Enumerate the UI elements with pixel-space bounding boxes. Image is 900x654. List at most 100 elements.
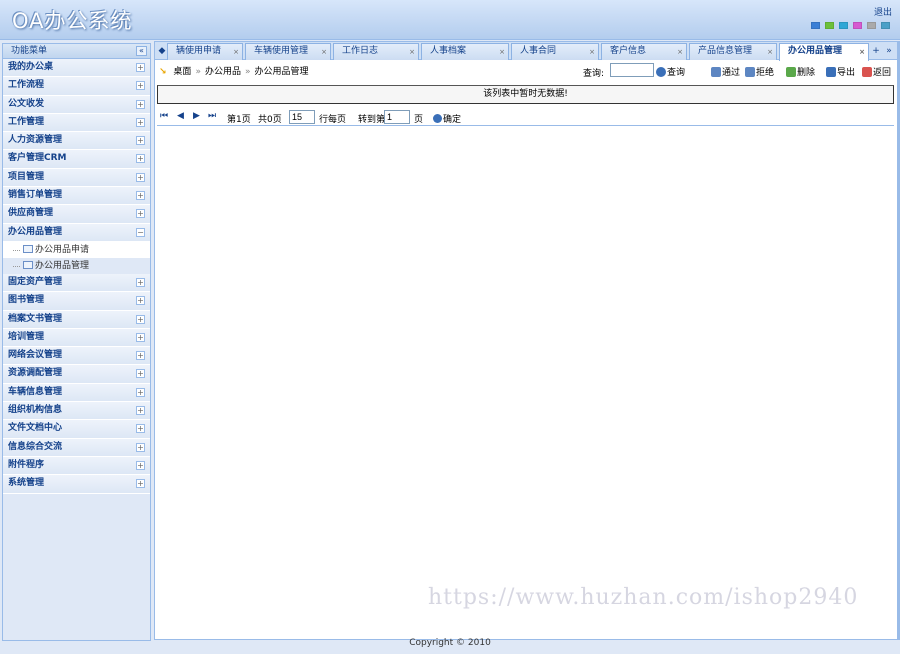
sidebar-item[interactable]: 培训管理 + (3, 328, 150, 348)
search-input[interactable] (610, 63, 654, 77)
sidebar-item-label: 系统管理 (8, 478, 45, 489)
close-tab-icon[interactable]: × (321, 45, 327, 60)
sidebar-item[interactable]: 固定资产管理 + (3, 273, 150, 293)
tab[interactable]: 办公用品管理 × (779, 43, 869, 61)
expand-icon[interactable]: + (136, 81, 145, 91)
close-tab-icon[interactable]: × (499, 45, 505, 60)
confirm-button[interactable]: 确定 (433, 112, 461, 125)
export-button[interactable]: 导出 (826, 65, 855, 78)
tab[interactable]: 工作日志 × (333, 43, 419, 60)
sidebar-item-label: 档案文书管理 (8, 313, 63, 324)
sidebar-item[interactable]: 公文收发 + (3, 95, 150, 114)
expand-icon[interactable]: + (136, 172, 145, 182)
tab-scroll-left-icon[interactable]: ◆ (157, 44, 167, 58)
expand-icon[interactable]: + (136, 332, 145, 342)
tab[interactable]: 辆使用申请 × (167, 43, 243, 60)
expand-icon[interactable]: + (136, 424, 145, 434)
expand-icon[interactable]: + (136, 99, 145, 109)
expand-icon[interactable]: + (136, 296, 145, 306)
next-page-icon[interactable]: ▶ (193, 111, 200, 121)
tab[interactable]: 人事档案 × (421, 43, 509, 60)
expand-icon[interactable]: + (136, 63, 145, 72)
sidebar-item[interactable]: 工作管理 + (3, 113, 150, 133)
goto-page-input[interactable] (384, 110, 410, 124)
collapse-icon[interactable]: − (136, 227, 145, 237)
approve-button[interactable]: 通过 (711, 65, 740, 78)
tab-more-icon[interactable]: » (884, 44, 894, 58)
reject-icon (745, 67, 755, 77)
close-tab-icon[interactable]: × (677, 45, 683, 60)
sidebar-item[interactable]: 供应商管理 + (3, 205, 150, 224)
expand-icon[interactable]: + (136, 460, 145, 470)
expand-icon[interactable]: + (136, 369, 145, 379)
sidebar-item-label: 车辆信息管理 (8, 386, 63, 397)
sidebar-item[interactable]: 网络会议管理 + (3, 347, 150, 366)
sidebar-item[interactable]: 附件程序 + (3, 456, 150, 476)
sidebar-item[interactable]: 资源调配管理 + (3, 365, 150, 384)
theme-swatch[interactable] (825, 22, 834, 29)
theme-swatch[interactable] (811, 22, 820, 29)
last-page-icon[interactable]: ⏭ (208, 111, 216, 121)
breadcrumb: ↘ 桌面» 办公用品» 办公用品管理 (159, 64, 309, 77)
expand-icon[interactable]: + (136, 154, 145, 164)
return-icon (862, 67, 872, 77)
sidebar-item[interactable]: 档案文书管理 + (3, 310, 150, 329)
expand-icon[interactable]: + (136, 209, 145, 219)
expand-icon[interactable]: + (136, 277, 145, 287)
sidebar-item[interactable]: 销售订单管理 + (3, 187, 150, 206)
empty-list-message: 该列表中暂时无数据! (157, 85, 894, 104)
close-tab-icon[interactable]: × (409, 45, 415, 60)
prev-page-icon[interactable]: ◀ (177, 111, 184, 121)
sidebar-item[interactable]: 工作流程 + (3, 77, 150, 96)
sidebar-item[interactable]: 车辆信息管理 + (3, 383, 150, 403)
sidebar-item-label: 供应商管理 (8, 208, 54, 219)
tab[interactable]: 人事合同 × (511, 43, 599, 60)
sidebar-item[interactable]: 图书管理 + (3, 292, 150, 311)
sidebar-item[interactable]: 客户管理CRM + (3, 150, 150, 169)
tab-bar: ◆ + » 辆使用申请 × 车辆使用管理 × 工作日志 × 人事档案 × 人事合同 × 客户信息 × 产… (155, 42, 897, 61)
close-tab-icon[interactable]: × (233, 45, 239, 60)
expand-icon[interactable]: + (136, 136, 145, 146)
close-tab-icon[interactable]: × (589, 45, 595, 60)
delete-button[interactable]: 删除 (786, 65, 815, 78)
search-button[interactable]: 查询 (656, 65, 685, 78)
collapse-sidebar-icon[interactable]: « (136, 46, 147, 56)
sidebar-menu: 我的办公桌 + 工作流程 + 公文收发 + 工作管理 + 人力资源管理 + 客户管理CRM + 项目管理… (3, 59, 150, 494)
add-tab-icon[interactable]: + (871, 44, 881, 58)
close-tab-icon[interactable]: × (859, 45, 865, 60)
sidebar-item[interactable]: 信息综合交流 + (3, 438, 150, 457)
expand-icon[interactable]: + (136, 351, 145, 361)
sidebar-item[interactable]: 我的办公桌 + (3, 59, 150, 78)
sidebar-item[interactable]: 组织机构信息 + (3, 402, 150, 421)
sidebar-item[interactable]: 人力资源管理 + (3, 132, 150, 151)
expand-icon[interactable]: + (136, 314, 145, 324)
breadcrumb-item[interactable]: 办公用品 (205, 67, 241, 77)
expand-icon[interactable]: + (136, 479, 145, 489)
submenu-item[interactable]: 办公用品管理 (3, 257, 150, 274)
first-page-icon[interactable]: ⏮ (160, 111, 168, 121)
close-tab-icon[interactable]: × (767, 45, 773, 60)
per-page-input[interactable] (289, 110, 315, 124)
expand-icon[interactable]: + (136, 117, 145, 127)
breadcrumb-item[interactable]: 桌面 (173, 67, 191, 77)
reject-button[interactable]: 拒绝 (745, 65, 774, 78)
delete-icon (786, 67, 796, 77)
submenu-item[interactable]: 办公用品申请 (3, 242, 150, 258)
theme-swatch[interactable] (839, 22, 848, 29)
expand-icon[interactable]: + (136, 387, 145, 397)
theme-swatch[interactable] (867, 22, 876, 29)
return-button[interactable]: 返回 (862, 65, 891, 78)
expand-icon[interactable]: + (136, 406, 145, 416)
sidebar-item[interactable]: 项目管理 + (3, 168, 150, 188)
logout-link[interactable]: 退出 (874, 5, 892, 18)
theme-swatch[interactable] (853, 22, 862, 29)
sidebar-item[interactable]: 系统管理 + (3, 475, 150, 494)
theme-swatch[interactable] (881, 22, 890, 29)
sidebar-item[interactable]: 文件文档中心 + (3, 420, 150, 439)
tab[interactable]: 车辆使用管理 × (245, 43, 331, 60)
expand-icon[interactable]: + (136, 442, 145, 452)
tab[interactable]: 产品信息管理 × (689, 43, 777, 60)
expand-icon[interactable]: + (136, 191, 145, 201)
tab[interactable]: 客户信息 × (601, 43, 687, 60)
sidebar-item[interactable]: 办公用品管理 − (3, 223, 150, 242)
